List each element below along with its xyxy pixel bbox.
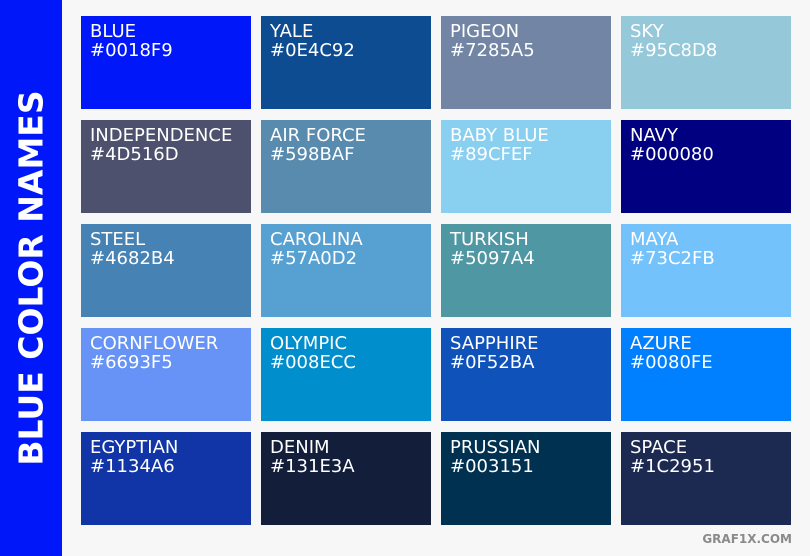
swatch-hex-code: #003151 [450,456,534,477]
swatch-hex-code: #598BAF [270,144,355,165]
swatch-hex-code: #57A0D2 [270,248,358,269]
swatch-hex-code: #5097A4 [450,248,535,269]
site-credit: GRAF1X.COM [702,532,792,546]
swatch-name: YALE [270,21,314,42]
swatch-hex-code: #0018F9 [90,40,173,61]
swatch-hex-code: #0F52BA [450,352,535,373]
swatch-name: SKY [630,21,664,42]
swatch-name: PIGEON [450,21,520,42]
swatch-hex-code: #7285A5 [450,40,535,61]
swatch-hex-code: #0E4C92 [270,40,355,61]
color-swatch-prussian: PRUSSIAN #003151 [441,432,611,525]
swatch-hex-code: #89CFEF [450,144,533,165]
swatch-hex-code: #1C2951 [630,456,715,477]
color-swatch-navy: NAVY #000080 [621,120,791,213]
swatch-hex-code: #95C8D8 [630,40,718,61]
color-swatch-space: SPACE #1C2951 [621,432,791,525]
color-swatch-independence: INDEPENDENCE #4D516D [81,120,251,213]
swatch-name: AIR FORCE [270,125,366,146]
color-swatch-blue: BLUE #0018F9 [81,16,251,109]
swatch-name: CAROLINA [270,229,363,250]
color-swatch-carolina: CAROLINA #57A0D2 [261,224,431,317]
swatch-name: BABY BLUE [450,125,549,146]
swatch-name: CORNFLOWER [90,333,219,354]
swatch-hex-code: #1134A6 [90,456,175,477]
color-swatch-azure: AZURE #0080FE [621,328,791,421]
swatch-hex-code: #4682B4 [90,248,175,269]
color-swatch-sky: SKY #95C8D8 [621,16,791,109]
color-swatch-maya: MAYA #73C2FB [621,224,791,317]
color-swatch-denim: DENIM #131E3A [261,432,431,525]
swatch-name: PRUSSIAN [450,437,541,458]
swatch-name: BLUE [90,21,137,42]
swatch-name: INDEPENDENCE [90,125,233,146]
color-swatch-sapphire: SAPPHIRE #0F52BA [441,328,611,421]
swatch-hex-code: #6693F5 [90,352,173,373]
swatch-hex-code: #008ECC [270,352,356,373]
swatch-hex-code: #73C2FB [630,248,715,269]
color-swatch-turkish: TURKISH #5097A4 [441,224,611,317]
swatch-name: MAYA [630,229,679,250]
swatch-name: AZURE [630,333,692,354]
swatch-grid: BLUE #0018F9 YALE #0E4C92 PIGEON #7285A5 SKY #9… [81,16,791,525]
swatch-hex-code: #000080 [630,144,714,165]
swatch-name: SPACE [630,437,688,458]
color-swatch-pigeon: PIGEON #7285A5 [441,16,611,109]
swatch-hex-code: #131E3A [270,456,355,477]
swatch-hex-code: #0080FE [630,352,713,373]
color-swatch-egyptian: EGYPTIAN #1134A6 [81,432,251,525]
color-swatch-cornflower: CORNFLOWER #6693F5 [81,328,251,421]
title-sidebar: BLUE COLOR NAMES [0,0,62,556]
swatch-name: SAPPHIRE [450,333,539,354]
color-swatch-baby-blue: BABY BLUE #89CFEF [441,120,611,213]
swatch-name: TURKISH [450,229,529,250]
color-swatch-steel: STEEL #4682B4 [81,224,251,317]
swatch-hex-code: #4D516D [90,144,179,165]
swatch-name: OLYMPIC [270,333,348,354]
color-swatch-olympic: OLYMPIC #008ECC [261,328,431,421]
color-swatch-yale: YALE #0E4C92 [261,16,431,109]
swatch-name: STEEL [90,229,146,250]
color-swatch-air-force: AIR FORCE #598BAF [261,120,431,213]
swatch-name: DENIM [270,437,330,458]
swatch-name: EGYPTIAN [90,437,179,458]
page-title: BLUE COLOR NAMES [11,90,51,466]
swatch-name: NAVY [630,125,678,146]
